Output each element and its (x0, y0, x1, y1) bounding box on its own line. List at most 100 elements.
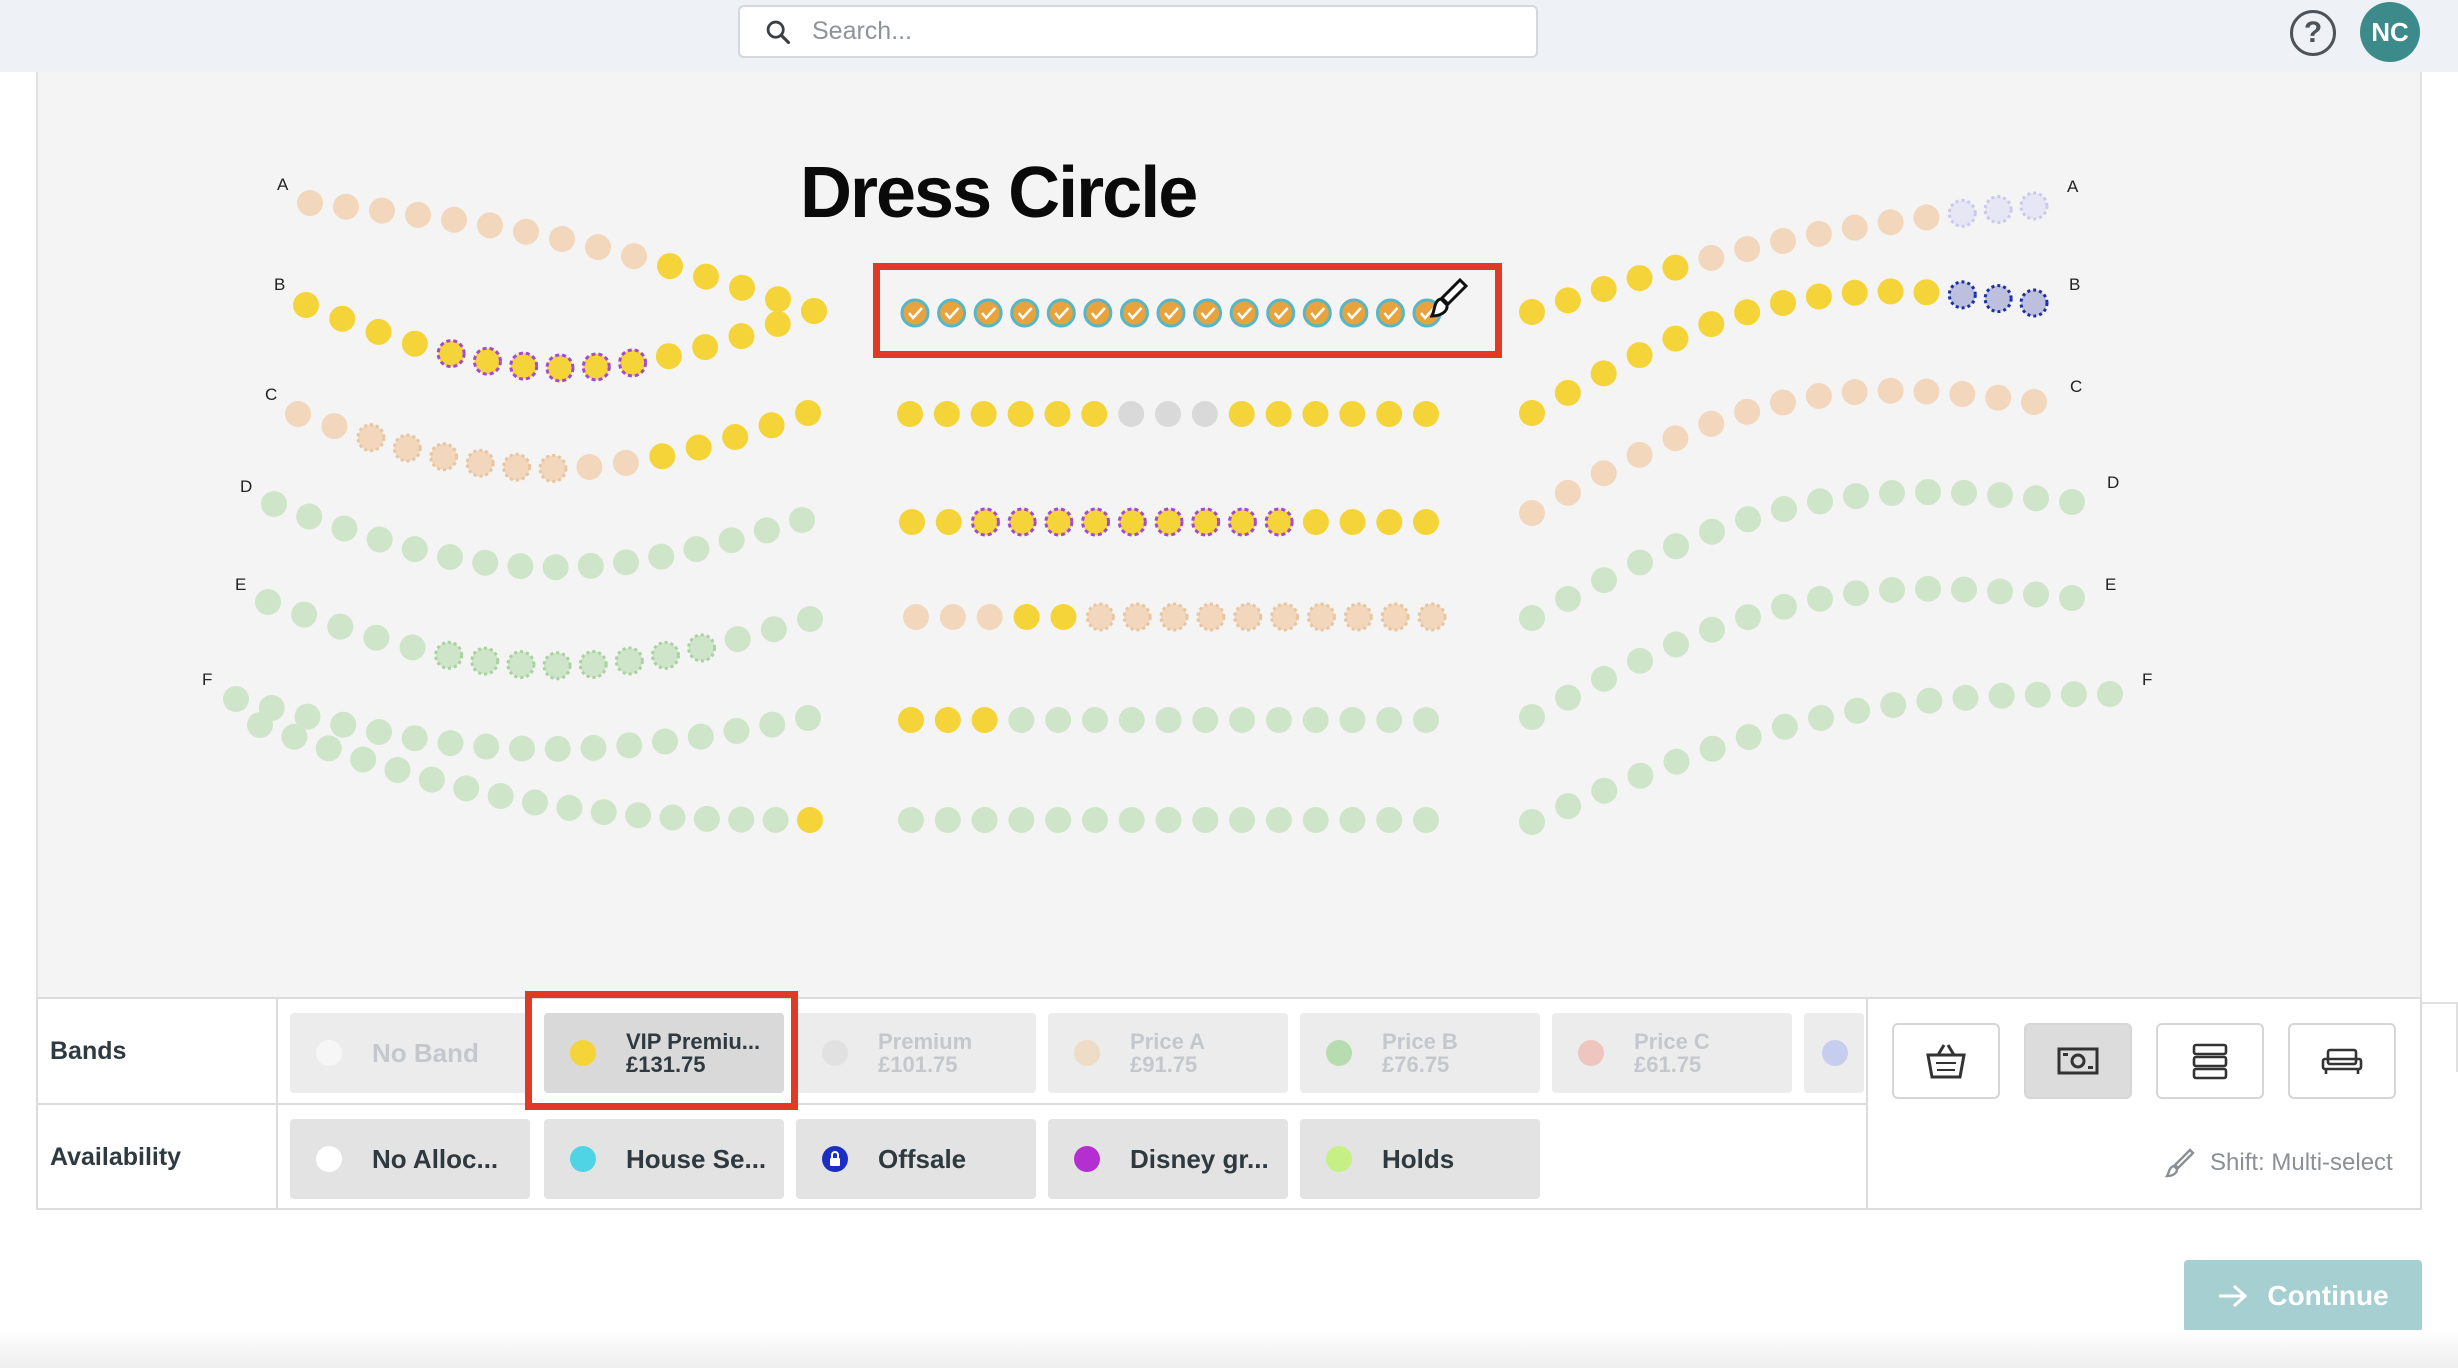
seat[interactable] (1266, 298, 1296, 328)
seat[interactable] (255, 589, 281, 615)
seat[interactable] (315, 735, 342, 762)
seat[interactable] (1663, 533, 1689, 560)
seat[interactable] (506, 650, 536, 680)
seat[interactable] (897, 401, 923, 427)
search-box[interactable] (738, 5, 1538, 58)
seat[interactable] (1081, 807, 1108, 833)
seat[interactable] (649, 443, 676, 470)
seat[interactable] (753, 517, 780, 544)
seat[interactable] (502, 452, 532, 482)
seat[interactable] (1376, 401, 1403, 427)
seat[interactable] (1156, 298, 1186, 328)
seat[interactable] (590, 799, 617, 826)
seat[interactable] (971, 807, 998, 833)
seat[interactable] (1519, 400, 1545, 426)
seat[interactable] (333, 193, 359, 220)
seat[interactable] (613, 549, 639, 576)
seat[interactable] (1877, 278, 1904, 305)
seat[interactable] (1843, 483, 1869, 510)
seat[interactable] (392, 433, 422, 463)
seat[interactable] (1554, 287, 1581, 314)
seat[interactable] (1519, 500, 1545, 526)
seat[interactable] (1191, 507, 1221, 537)
seat[interactable] (935, 509, 962, 535)
seat[interactable] (1915, 479, 1941, 506)
seat[interactable] (556, 794, 583, 821)
seat[interactable] (1228, 401, 1255, 427)
seat[interactable] (2023, 485, 2049, 512)
seat[interactable] (1805, 283, 1832, 310)
seat[interactable] (401, 725, 428, 752)
seat[interactable] (1339, 401, 1366, 427)
seat[interactable] (1771, 713, 1798, 740)
seat[interactable] (1734, 299, 1761, 326)
seat[interactable] (1771, 496, 1797, 523)
seat[interactable] (1044, 401, 1071, 427)
seat[interactable] (1270, 602, 1300, 632)
seat[interactable] (1627, 647, 1653, 674)
band-vip-premium[interactable]: VIP Premiu... £131.75 (544, 1013, 784, 1093)
seat[interactable] (1343, 602, 1373, 632)
seat[interactable] (1591, 777, 1618, 804)
seat[interactable] (1663, 631, 1689, 658)
seat[interactable] (1265, 807, 1292, 833)
seat[interactable] (1155, 707, 1182, 733)
seat[interactable] (759, 711, 786, 738)
seat[interactable] (1699, 518, 1725, 545)
seat[interactable] (1191, 401, 1218, 427)
seat[interactable] (472, 346, 502, 376)
seat[interactable] (2021, 389, 2047, 415)
seat[interactable] (1627, 549, 1653, 576)
seat[interactable] (1229, 298, 1259, 328)
seat[interactable] (1591, 567, 1617, 594)
seat[interactable] (418, 766, 445, 793)
seat[interactable] (542, 554, 569, 581)
seat[interactable] (971, 707, 998, 733)
search-input[interactable] (812, 17, 1492, 46)
seat[interactable] (1913, 279, 1940, 306)
availability-disney-group[interactable]: Disney gr... (1048, 1119, 1288, 1199)
seat[interactable] (507, 553, 534, 580)
seat[interactable] (2060, 681, 2087, 708)
seat[interactable] (1770, 389, 1796, 416)
seat[interactable] (1699, 735, 1726, 762)
seat[interactable] (937, 298, 967, 328)
seat[interactable] (801, 298, 827, 324)
seat[interactable] (285, 401, 311, 427)
server-tool-button[interactable] (2156, 1023, 2264, 1099)
seat[interactable] (1192, 807, 1219, 833)
seat[interactable] (899, 509, 925, 535)
seat[interactable] (1626, 441, 1653, 468)
seat[interactable] (366, 719, 392, 746)
seat[interactable] (545, 353, 575, 383)
seat[interactable] (1008, 807, 1035, 833)
seat[interactable] (1413, 707, 1439, 733)
seat[interactable] (764, 310, 791, 337)
seat[interactable] (2097, 681, 2123, 707)
seat[interactable] (1915, 575, 1941, 602)
seat[interactable] (470, 646, 500, 676)
seat[interactable] (1413, 401, 1439, 427)
seat[interactable] (1007, 507, 1037, 537)
band-no-band[interactable]: No Band (290, 1013, 530, 1093)
seat[interactable] (509, 735, 535, 762)
seat[interactable] (970, 507, 1000, 537)
seat[interactable] (1734, 398, 1761, 425)
seat[interactable] (1227, 507, 1257, 537)
seat[interactable] (728, 806, 755, 833)
seat[interactable] (1555, 793, 1582, 820)
seat[interactable] (1626, 265, 1653, 292)
seat[interactable] (1947, 198, 1977, 228)
seat[interactable] (1698, 244, 1725, 271)
seat[interactable] (1119, 298, 1149, 328)
seat[interactable] (687, 723, 714, 750)
seat[interactable] (1339, 707, 1366, 733)
help-icon[interactable]: ? (2290, 10, 2336, 56)
seat[interactable] (2059, 489, 2085, 515)
seat[interactable] (934, 807, 961, 833)
seat[interactable] (1879, 577, 1905, 604)
seat[interactable] (795, 705, 821, 731)
seat[interactable] (1807, 488, 1833, 515)
seat[interactable] (758, 412, 785, 439)
seat[interactable] (1081, 707, 1108, 733)
